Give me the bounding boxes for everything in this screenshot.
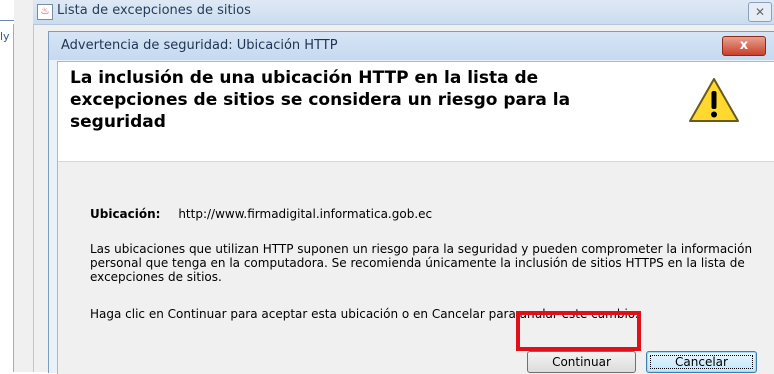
parent-side-text: ly	[0, 30, 10, 43]
dialog-close-button[interactable]: x	[722, 36, 766, 56]
location-row: Ubicación: http://www.firmadigital.infor…	[90, 207, 432, 221]
focus-ring	[650, 355, 753, 369]
continue-button[interactable]: Continuar	[527, 351, 636, 373]
location-value: http://www.firmadigital.informatica.gob.…	[178, 207, 433, 221]
warning-triangle-icon	[689, 78, 739, 122]
close-icon: x	[739, 38, 749, 53]
dialog-body: La inclusión de una ubicación HTTP en la…	[57, 61, 774, 374]
parent-titlebar: ♨ Lista de excepciones de sitios ✕	[33, 0, 774, 25]
cancel-button[interactable]: Cancelar	[646, 351, 757, 373]
parent-left-frame	[0, 0, 14, 372]
parent-border-line-inner	[33, 24, 34, 372]
location-label: Ubicación:	[90, 207, 161, 221]
dialog-header: La inclusión de una ubicación HTTP en la…	[58, 62, 774, 162]
parent-close-button[interactable]: ✕	[748, 2, 772, 22]
annotation-highlight-box	[516, 311, 641, 351]
parent-window-title: Lista de excepciones de sitios	[57, 3, 251, 18]
dialog-titlebar: Advertencia de seguridad: Ubicación HTTP…	[49, 32, 774, 60]
risk-description: Las ubicaciones que utilizan HTTP supone…	[90, 242, 753, 284]
dialog-title: Advertencia de seguridad: Ubicación HTTP	[61, 38, 338, 53]
warning-heading: La inclusión de una ubicación HTTP en la…	[70, 68, 571, 132]
parent-border-line	[13, 24, 14, 372]
instruction-text: Haga clic en Continuar para aceptar esta…	[90, 307, 639, 321]
parent-divider	[0, 20, 14, 21]
security-warning-dialog: Advertencia de seguridad: Ubicación HTTP…	[48, 31, 774, 374]
java-icon: ♨	[37, 4, 53, 20]
